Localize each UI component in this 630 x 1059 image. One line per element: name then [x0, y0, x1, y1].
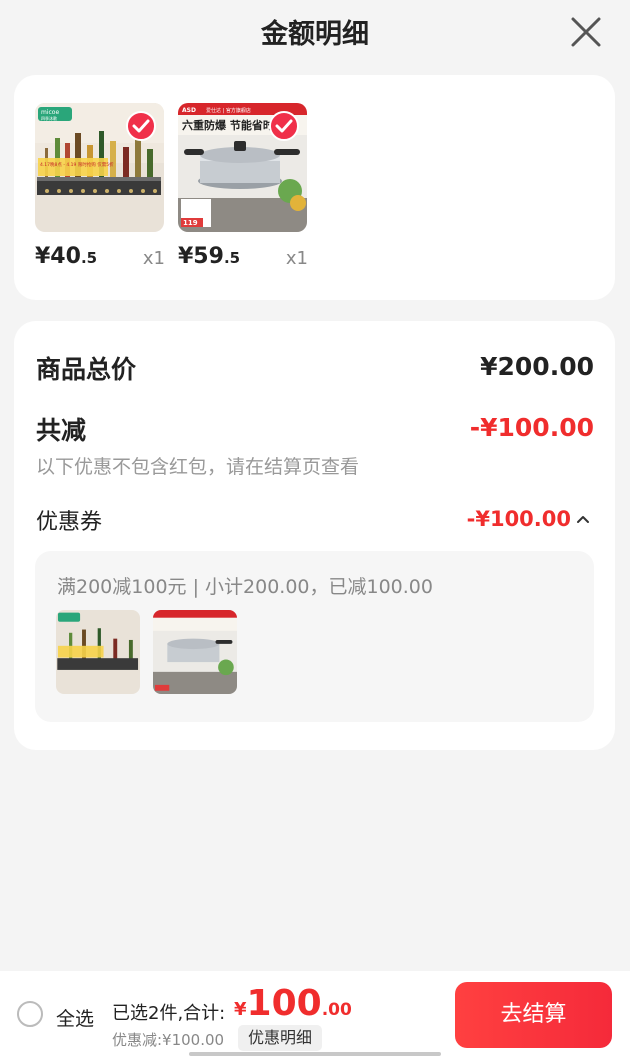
discount-note: 以下优惠不包含红包，请在结算页查看 — [36, 456, 360, 478]
discount-amount: 优惠减:¥100.00 — [112, 1031, 225, 1049]
brand-logo-text: ASD — [182, 107, 196, 114]
chevron-up-icon[interactable] — [575, 511, 591, 527]
check-icon[interactable] — [126, 111, 156, 141]
total-amount: ¥100.00 — [234, 983, 352, 1024]
price-detail-card: 商品总价 ¥200.00 共减 -¥100.00 以下优惠不包含红包，请在结算页… — [14, 321, 615, 750]
page-title: 金额明细 — [261, 19, 369, 50]
selected-summary: 已选2件,合计: — [112, 1003, 226, 1024]
brand-logo-text: micoe — [41, 109, 59, 116]
product-card: micoe 四季沐歌 4.17晚8点 - 4.19 限时抢购 仅需5折 ¥40.… — [14, 75, 615, 300]
total-reduction-value: -¥100.00 — [469, 413, 594, 442]
product-quantity: x1 — [142, 248, 165, 269]
product-price: ¥40.5 — [35, 244, 98, 269]
product-image-pressure-cooker: ASD 爱仕达 | 官方旗舰店 六重防爆 节能省时 119 — [178, 103, 307, 232]
select-all-radio[interactable] — [17, 1001, 43, 1027]
home-indicator[interactable] — [189, 1052, 441, 1056]
product-quantity: x1 — [285, 248, 308, 269]
checkout-button[interactable]: 去结算 — [455, 982, 612, 1048]
discount-detail-button[interactable]: 优惠明细 — [238, 1025, 323, 1051]
coupon-description: 满200减100元 | 小计200.00，已减100.00 — [57, 576, 433, 598]
total-reduction-label: 共减 — [36, 416, 87, 445]
coupon-value[interactable]: -¥100.00 — [467, 507, 571, 531]
coupon-product-thumb-spice-rack — [56, 610, 140, 694]
checkout-bar: 全选 已选2件,合计: ¥100.00 优惠减:¥100.00 优惠明细 去结算 — [0, 971, 630, 1059]
total-price-label: 商品总价 — [36, 355, 137, 384]
coupon-product-thumb-pressure-cooker — [153, 610, 237, 694]
total-price-value: ¥200.00 — [480, 352, 594, 381]
slogan-text: 六重防爆 节能省时 — [182, 118, 274, 132]
promo-text: 4.17晚8点 - 4.19 限时抢购 仅需5折 — [40, 161, 114, 168]
product-image-spice-rack: micoe 四季沐歌 4.17晚8点 - 4.19 限时抢购 仅需5折 — [35, 103, 164, 232]
coupon-detail-box: 满200减100元 | 小计200.00，已减100.00 — [35, 551, 594, 722]
brand-sub-text: 爱仕达 | 官方旗舰店 — [206, 107, 251, 114]
price-tag-text: 119 — [183, 219, 198, 227]
check-icon[interactable] — [269, 111, 299, 141]
select-all-label[interactable]: 全选 — [56, 1004, 94, 1031]
header: 金额明细 — [0, 0, 630, 70]
close-icon[interactable] — [566, 12, 606, 52]
brand-sub-text: 四季沐歌 — [41, 115, 57, 121]
product-price: ¥59.5 — [178, 244, 241, 269]
coupon-label: 优惠券 — [36, 510, 103, 535]
